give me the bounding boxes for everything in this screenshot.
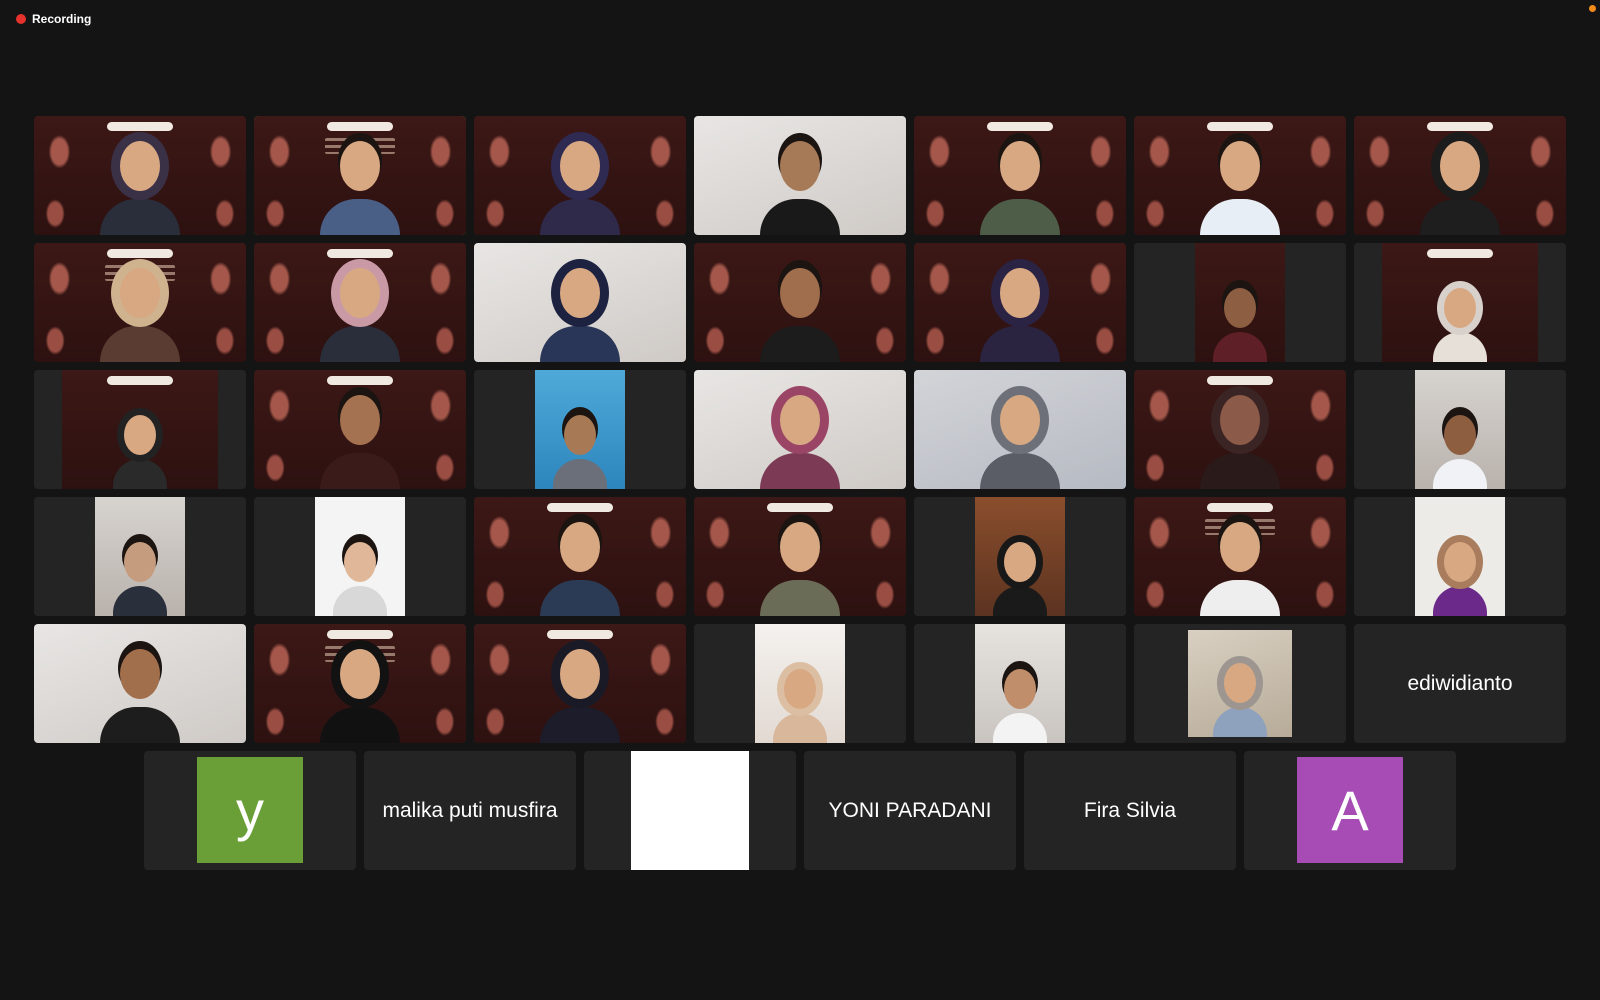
avatar: A xyxy=(1297,757,1403,863)
participant-video[interactable] xyxy=(1134,370,1346,489)
camera-in-use-icon xyxy=(1589,5,1596,12)
participant-name: malika puti musfira xyxy=(382,798,558,822)
participant-video[interactable] xyxy=(474,370,686,489)
participant-video[interactable] xyxy=(34,116,246,235)
participant-name-tile[interactable]: ediwidianto xyxy=(1354,624,1566,743)
video-gallery-last-row: y malika puti musfira YONI PARADANI Fira… xyxy=(144,751,1456,870)
participant-video[interactable] xyxy=(254,370,466,489)
participant-video[interactable] xyxy=(474,116,686,235)
participant-video[interactable] xyxy=(1134,624,1346,743)
participant-video[interactable] xyxy=(914,243,1126,362)
participant-video[interactable] xyxy=(254,497,466,616)
participant-video[interactable] xyxy=(1134,243,1346,362)
participant-name: YONI PARADANI xyxy=(828,798,992,822)
participant-video[interactable] xyxy=(584,751,796,870)
participant-avatar-tile[interactable]: A xyxy=(1244,751,1456,870)
participant-video[interactable] xyxy=(1134,116,1346,235)
active-speaker-video[interactable] xyxy=(254,116,466,235)
participant-video[interactable] xyxy=(474,497,686,616)
participant-video[interactable] xyxy=(1134,497,1346,616)
participant-video[interactable] xyxy=(254,624,466,743)
participant-video[interactable] xyxy=(34,497,246,616)
participant-name: Fira Silvia xyxy=(1083,798,1177,822)
participant-video[interactable] xyxy=(914,497,1126,616)
video-gallery: ediwidianto xyxy=(34,116,1566,743)
blank-video xyxy=(631,751,749,870)
participant-video[interactable] xyxy=(254,243,466,362)
participant-video[interactable] xyxy=(1354,370,1566,489)
participant-video[interactable] xyxy=(1354,243,1566,362)
participant-video[interactable] xyxy=(914,370,1126,489)
participant-video[interactable] xyxy=(914,624,1126,743)
participant-video[interactable] xyxy=(474,243,686,362)
participant-video[interactable] xyxy=(34,624,246,743)
participant-video[interactable] xyxy=(914,116,1126,235)
participant-video[interactable] xyxy=(694,497,906,616)
participant-video[interactable] xyxy=(34,243,246,362)
participant-video[interactable] xyxy=(694,243,906,362)
avatar: y xyxy=(197,757,303,863)
participant-name-tile[interactable]: YONI PARADANI xyxy=(804,751,1016,870)
participant-video[interactable] xyxy=(694,370,906,489)
recording-label: Recording xyxy=(32,12,92,26)
participant-video[interactable] xyxy=(1354,497,1566,616)
recording-indicator[interactable]: Recording xyxy=(16,12,91,26)
participant-video[interactable] xyxy=(694,624,906,743)
record-icon xyxy=(16,14,26,24)
participant-avatar-tile[interactable]: y xyxy=(144,751,356,870)
participant-name-tile[interactable]: malika puti musfira xyxy=(364,751,576,870)
participant-name: ediwidianto xyxy=(1407,671,1513,695)
participant-video[interactable] xyxy=(474,624,686,743)
participant-video[interactable] xyxy=(1354,116,1566,235)
participant-name-tile[interactable]: Fira Silvia xyxy=(1024,751,1236,870)
participant-video[interactable] xyxy=(34,370,246,489)
participant-video[interactable] xyxy=(694,116,906,235)
